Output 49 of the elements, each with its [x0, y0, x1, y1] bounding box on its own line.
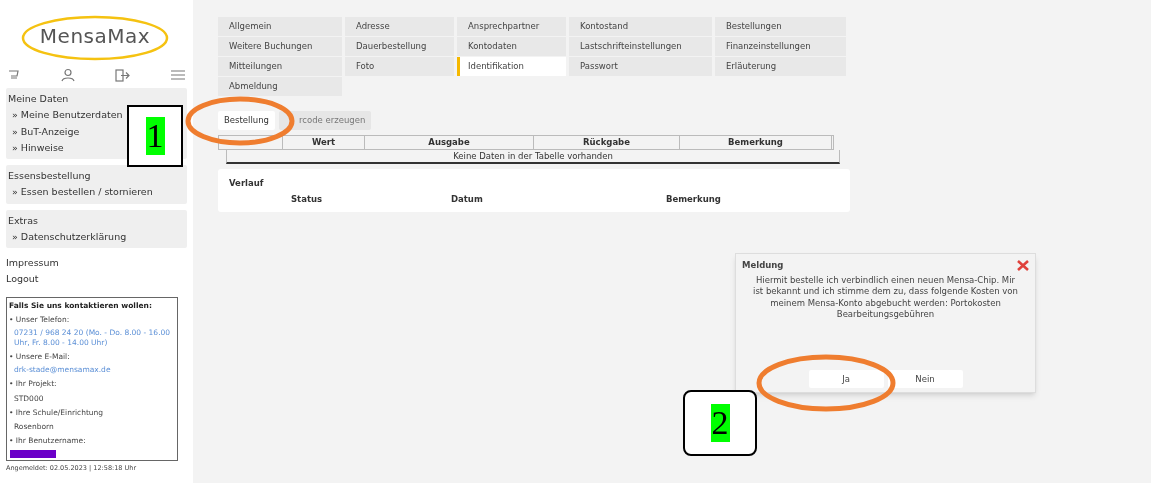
- dialog-button[interactable]: Ja: [808, 370, 884, 388]
- tab[interactable]: Finanzeinstellungen: [715, 37, 846, 56]
- section-title: Essensbestellung: [8, 169, 92, 183]
- logout-icon[interactable]: [115, 68, 131, 82]
- empty-table-message: Keine Daten in der Tabelle vorhanden: [226, 150, 840, 164]
- column-header: Bemerkung: [666, 192, 721, 206]
- tab[interactable]: Bestellungen: [715, 17, 846, 36]
- annotation-number: 2: [710, 404, 730, 442]
- tab[interactable]: Allgemein: [218, 17, 342, 36]
- tab[interactable]: Kontodaten: [457, 37, 566, 56]
- sidebar-item[interactable]: » Meine Benutzerdaten: [8, 108, 123, 123]
- dialog-message: Hiermit bestelle ich verbindlich einen neuen Mensa-Chip. Mir ist bekannt und ich stimme dem zu, dass folgende Kosten von meinem Mensa-Konto abgebucht werden: Portokosten Bearbeitungsgebühren: [752, 274, 1019, 321]
- tab[interactable]: Mitteilungen: [218, 57, 342, 76]
- section-title: Meine Daten: [8, 92, 70, 106]
- subtab[interactable]: Bestellung: [218, 111, 275, 130]
- column-header[interactable]: Ausgabe: [365, 136, 534, 149]
- history-title: Verlauf: [229, 177, 265, 190]
- dialog-button[interactable]: Nein: [887, 370, 963, 388]
- logo: MensaMax: [39, 23, 151, 50]
- redaction-block: [10, 449, 56, 458]
- tab[interactable]: Adresse: [345, 17, 454, 36]
- section-title: Extras: [8, 213, 40, 228]
- tab[interactable]: Ansprechpartner: [457, 17, 566, 36]
- annotation-number: 1: [145, 117, 165, 155]
- column-header: Status: [291, 192, 324, 206]
- tab[interactable]: Dauerbestellung: [345, 37, 454, 56]
- sidebar-link[interactable]: Logout: [6, 272, 187, 287]
- tab[interactable]: Erläuterung: [715, 57, 846, 76]
- column-header[interactable]: Wert: [283, 136, 365, 149]
- tab[interactable]: Passwort: [569, 57, 712, 76]
- tab[interactable]: Abmeldung: [218, 77, 342, 96]
- column-header[interactable]: Bemerkung: [680, 136, 832, 149]
- subtab[interactable]: rcode erzeugen: [278, 111, 372, 130]
- dialog-title: Meldung: [742, 259, 784, 272]
- sidebar-item[interactable]: » Essen bestellen / stornieren: [8, 185, 153, 200]
- sidebar-item[interactable]: » Hinweise: [8, 140, 64, 155]
- tab[interactable]: Identifikation: [457, 57, 566, 76]
- cart-icon[interactable]: [8, 69, 20, 81]
- column-header[interactable]: Rückgabe: [534, 136, 680, 149]
- sidebar-item[interactable]: » BuT-Anzeige: [8, 124, 80, 139]
- close-icon[interactable]: [1017, 259, 1029, 271]
- sidebar-item[interactable]: » Datenschutzerklärung: [8, 229, 127, 244]
- sidebar-link[interactable]: Impressum: [6, 256, 187, 271]
- tab[interactable]: Weitere Buchungen: [218, 37, 342, 56]
- user-icon[interactable]: [60, 68, 75, 82]
- tab[interactable]: Kontostand: [569, 17, 712, 36]
- column-header: Datum: [451, 192, 484, 206]
- tab[interactable]: Lastschrifteinstellungen: [569, 37, 712, 56]
- tab[interactable]: Foto: [345, 57, 454, 76]
